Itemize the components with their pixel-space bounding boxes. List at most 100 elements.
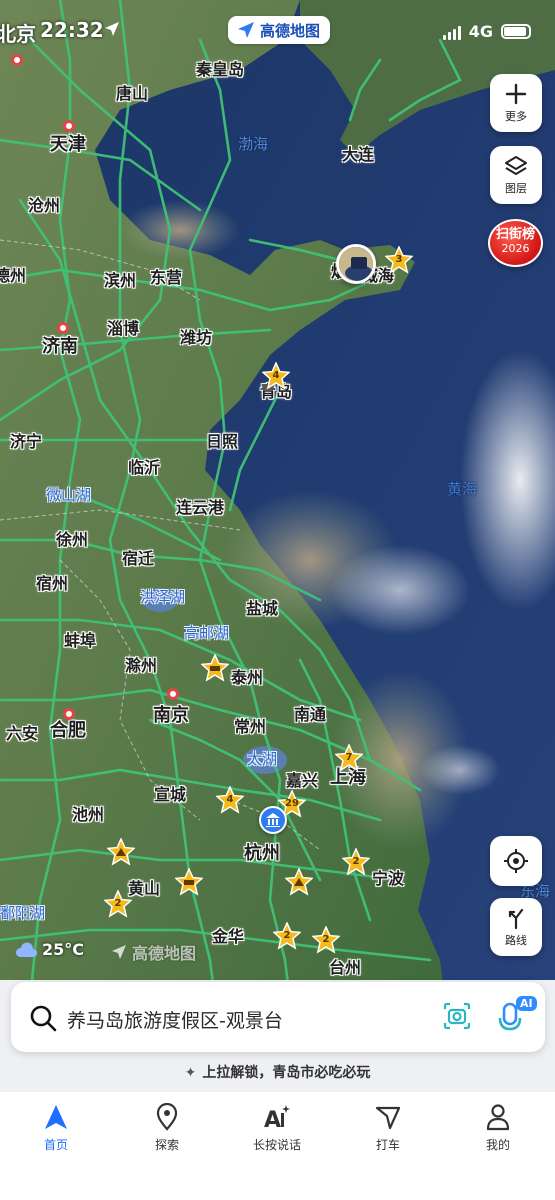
map-watermark: 高德地图 [110,940,196,964]
amap-logo-icon [238,22,254,38]
city-label[interactable]: 常州 [234,719,266,735]
poi-marker-count: 2 [322,934,330,945]
city-label[interactable]: 滨州 [104,273,136,289]
more-label: 更多 [505,110,527,123]
city-label[interactable]: 德州 [0,268,26,284]
lake-label-hongze: 洪泽湖 [140,588,186,606]
hotel-marker[interactable] [201,654,229,682]
layers-label: 图层 [505,182,527,195]
poi-marker[interactable]: 2 [273,922,301,950]
lake-label-tai: 太湖 [247,750,278,768]
poi-marker-count: 2 [352,856,360,867]
pull-up-hint[interactable]: ✦ 上拉解锁，青岛市必吃必玩 [0,1062,555,1082]
tab-voice[interactable]: A 长按说话 [237,1102,317,1153]
app-brand-name: 高德地图 [260,21,321,40]
current-selection-marker[interactable] [336,244,376,284]
navigation-arrow-icon [16,1102,96,1132]
search-icon [29,1004,57,1036]
city-label[interactable]: 南通 [294,707,326,723]
city-label[interactable]: 合肥 [50,722,86,740]
city-label[interactable]: 济宁 [10,434,42,450]
badge-title: 扫街榜 [495,227,535,242]
city-label[interactable]: 济南 [42,338,78,356]
layers-icon [505,156,527,175]
app-brand-pill[interactable]: 高德地图 [228,16,331,44]
city-label[interactable]: 日照 [206,434,238,450]
route-button[interactable]: 路线 [490,898,542,956]
temperature: 25°C [42,940,85,959]
poi-marker[interactable]: 2 [342,848,370,876]
search-text[interactable]: 养马岛旅游度假区-观景台 [67,1006,283,1033]
poi-marker[interactable]: 2 [312,926,340,954]
city-label[interactable]: 金华 [212,929,244,945]
city-label[interactable]: 东营 [150,270,182,286]
camera-search-icon[interactable] [441,1000,473,1036]
city-label[interactable]: 六安 [6,726,38,742]
profile-icon [458,1102,538,1132]
city-label[interactable]: 宣城 [154,787,186,803]
location-pin-icon [127,1102,207,1132]
city-label[interactable]: 嘉兴 [286,773,318,789]
weather-widget[interactable]: 25°C [14,940,84,959]
city-label[interactable]: 蚌埠 [64,633,96,649]
city-dot-tianjin [63,120,75,132]
city-label[interactable]: 唐山 [116,86,148,102]
sea-label-yellow: 黄海 [447,480,478,498]
taxi-flag-icon [348,1102,428,1132]
temple-marker[interactable] [107,838,135,866]
route-label: 路线 [505,934,527,947]
tab-home[interactable]: 首页 [16,1102,96,1153]
city-label[interactable]: 沧州 [28,198,60,214]
map-view[interactable]: 秦皇岛唐山大连天津沧州德州滨州东营烟台威海淄博济南潍坊青岛济宁日照临沂连云港徐州… [0,0,555,1000]
layers-button[interactable]: 图层 [490,146,542,204]
city-label[interactable]: 潍坊 [180,330,212,346]
city-label[interactable]: 杭州 [244,845,280,863]
poi-marker-count: 2 [283,930,291,941]
poi-marker[interactable]: 4 [262,362,290,390]
city-label[interactable]: 盐城 [246,601,278,617]
attraction-pin[interactable] [259,806,287,834]
poi-marker[interactable]: 2 [104,890,132,918]
route-icon [508,908,524,930]
avatar-icon [339,247,373,281]
city-dot-hefei [63,708,75,720]
search-bar[interactable]: 养马岛旅游度假区-观景台 AI [11,982,545,1052]
tab-label: 长按说话 [252,1138,301,1152]
city-label[interactable]: 临沂 [128,460,160,476]
city-label[interactable]: 台州 [329,960,361,976]
city-label[interactable]: 大连 [342,147,374,163]
city-label[interactable]: 秦皇岛 [196,62,244,78]
tab-bar: 首页 探索 A 长按说话 打车 我的 [0,1092,555,1200]
city-label[interactable]: 宿州 [36,576,68,592]
tab-explore[interactable]: 探索 [127,1102,207,1153]
more-button[interactable]: 更多 [490,74,542,132]
city-label[interactable]: 泰州 [231,670,263,686]
temple-marker[interactable] [285,868,313,896]
poi-marker[interactable]: 7 [335,744,363,772]
city-label[interactable]: 池州 [72,807,104,823]
tab-taxi[interactable]: 打车 [348,1102,428,1153]
city-label[interactable]: 连云港 [176,500,224,516]
battery-icon [501,24,531,39]
bottom-sheet[interactable]: 养马岛旅游度假区-观景台 AI ✦ 上拉解锁，青岛市必吃必玩 首页 探索 A 长… [0,980,555,1200]
poi-marker[interactable]: 4 [216,786,244,814]
locate-button[interactable] [490,836,542,886]
tab-label: 探索 [154,1138,179,1152]
city-label[interactable]: 淄博 [107,321,139,337]
scan-street-ranking-badge[interactable]: 扫街榜 2026 [488,219,543,267]
city-label[interactable]: 南京 [153,707,189,725]
city-label[interactable]: 徐州 [56,532,88,548]
city-label[interactable]: 宁波 [372,871,404,887]
city-label[interactable]: 滁州 [125,658,157,674]
ai-tag: AI [516,996,537,1011]
city-label[interactable]: 天津 [50,136,86,154]
city-label[interactable]: 宿迁 [122,551,154,567]
crosshair-icon [504,849,528,873]
hotel-marker[interactable] [175,868,203,896]
lake-label-gaoyou: 高邮湖 [184,624,230,642]
tab-profile[interactable]: 我的 [458,1102,538,1153]
city-label[interactable]: 黄山 [128,881,160,897]
poi-marker[interactable]: 3 [385,246,413,274]
sea-label-east: 东海 [520,882,551,900]
lake-label-poyang: 鄱阳湖 [0,904,46,922]
